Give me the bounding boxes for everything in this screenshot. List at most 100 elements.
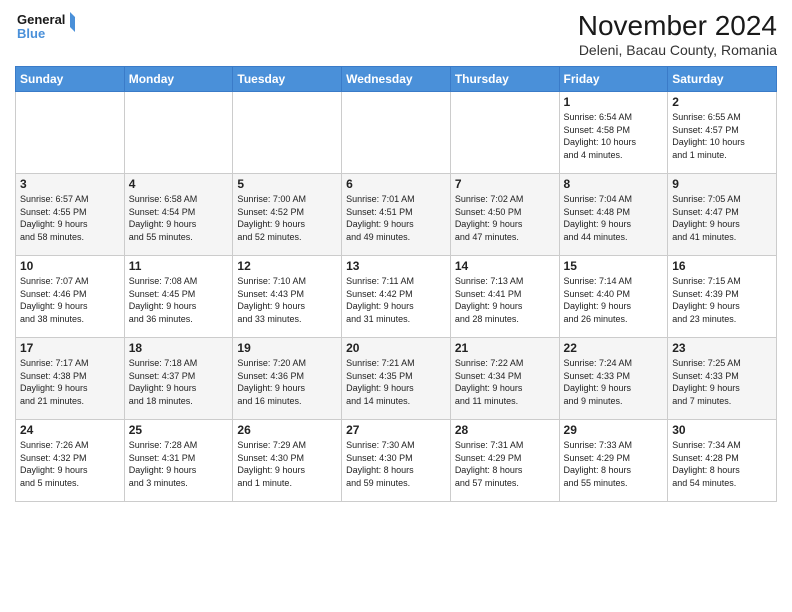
day-number: 14 — [455, 259, 555, 273]
day-number: 5 — [237, 177, 337, 191]
calendar-cell: 28Sunrise: 7:31 AM Sunset: 4:29 PM Dayli… — [450, 420, 559, 502]
calendar-cell: 9 Sunrise: 7:05 AM Sunset: 4:47 PM Daylig… — [668, 174, 777, 256]
day-number: 7 — [455, 177, 555, 191]
day-number: 20 — [346, 341, 446, 355]
logo: GeneralBlue — [15, 10, 85, 45]
day-info: Sunrise: 7:05 AM Sunset: 4:47 PM Dayligh… — [672, 193, 772, 243]
calendar-cell: 8 Sunrise: 7:04 AM Sunset: 4:48 PM Daylig… — [559, 174, 668, 256]
calendar-cell: 26 Sunrise: 7:29 AM Sunset: 4:30 PM Dayli… — [233, 420, 342, 502]
day-info: Sunrise: 6:55 AM Sunset: 4:57 PM Dayligh… — [672, 111, 772, 161]
day-number: 22 — [564, 341, 664, 355]
day-info: Sunrise: 7:22 AM Sunset: 4:34 PM Dayligh… — [455, 357, 555, 407]
location: Deleni, Bacau County, Romania — [578, 42, 777, 58]
calendar-cell: 27 Sunrise: 7:30 AM Sunset: 4:30 PM Dayli… — [342, 420, 451, 502]
day-number: 11 — [129, 259, 229, 273]
day-info: Sunrise: 7:08 AM Sunset: 4:45 PM Dayligh… — [129, 275, 229, 325]
calendar-cell: 1Sunrise: 6:54 AM Sunset: 4:58 PM Daylig… — [559, 92, 668, 174]
day-info: Sunrise: 7:29 AM Sunset: 4:30 PM Dayligh… — [237, 439, 337, 489]
calendar-cell: 5 Sunrise: 7:00 AM Sunset: 4:52 PM Daylig… — [233, 174, 342, 256]
calendar-cell — [450, 92, 559, 174]
day-number: 12 — [237, 259, 337, 273]
calendar-cell: 10 Sunrise: 7:07 AM Sunset: 4:46 PM Dayli… — [16, 256, 125, 338]
calendar-cell: 20Sunrise: 7:21 AM Sunset: 4:35 PM Dayli… — [342, 338, 451, 420]
day-info: Sunrise: 6:54 AM Sunset: 4:58 PM Dayligh… — [564, 111, 664, 161]
day-number: 4 — [129, 177, 229, 191]
day-info: Sunrise: 6:58 AM Sunset: 4:54 PM Dayligh… — [129, 193, 229, 243]
calendar-cell: 14 Sunrise: 7:13 AM Sunset: 4:41 PM Dayli… — [450, 256, 559, 338]
calendar-cell: 22 Sunrise: 7:24 AM Sunset: 4:33 PM Dayli… — [559, 338, 668, 420]
calendar-cell: 3 Sunrise: 6:57 AM Sunset: 4:55 PM Daylig… — [16, 174, 125, 256]
day-number: 15 — [564, 259, 664, 273]
calendar-header-row: Sunday Monday Tuesday Wednesday Thursday… — [16, 67, 777, 92]
calendar-cell: 24Sunrise: 7:26 AM Sunset: 4:32 PM Dayli… — [16, 420, 125, 502]
day-info: Sunrise: 7:10 AM Sunset: 4:43 PM Dayligh… — [237, 275, 337, 325]
header-tuesday: Tuesday — [233, 67, 342, 92]
day-info: Sunrise: 6:57 AM Sunset: 4:55 PM Dayligh… — [20, 193, 120, 243]
calendar-cell: 12 Sunrise: 7:10 AM Sunset: 4:43 PM Dayli… — [233, 256, 342, 338]
svg-text:Blue: Blue — [17, 26, 45, 41]
day-info: Sunrise: 7:18 AM Sunset: 4:37 PM Dayligh… — [129, 357, 229, 407]
day-info: Sunrise: 7:34 AM Sunset: 4:28 PM Dayligh… — [672, 439, 772, 489]
calendar: Sunday Monday Tuesday Wednesday Thursday… — [15, 66, 777, 502]
day-number: 21 — [455, 341, 555, 355]
day-number: 10 — [20, 259, 120, 273]
day-info: Sunrise: 7:20 AM Sunset: 4:36 PM Dayligh… — [237, 357, 337, 407]
calendar-cell: 25Sunrise: 7:28 AM Sunset: 4:31 PM Dayli… — [124, 420, 233, 502]
day-info: Sunrise: 7:30 AM Sunset: 4:30 PM Dayligh… — [346, 439, 446, 489]
day-info: Sunrise: 7:26 AM Sunset: 4:32 PM Dayligh… — [20, 439, 120, 489]
calendar-cell: 18 Sunrise: 7:18 AM Sunset: 4:37 PM Dayli… — [124, 338, 233, 420]
day-number: 13 — [346, 259, 446, 273]
calendar-cell — [16, 92, 125, 174]
calendar-cell: 15 Sunrise: 7:14 AM Sunset: 4:40 PM Dayli… — [559, 256, 668, 338]
calendar-cell: 16Sunrise: 7:15 AM Sunset: 4:39 PM Dayli… — [668, 256, 777, 338]
day-info: Sunrise: 7:07 AM Sunset: 4:46 PM Dayligh… — [20, 275, 120, 325]
calendar-cell — [124, 92, 233, 174]
day-number: 6 — [346, 177, 446, 191]
day-info: Sunrise: 7:02 AM Sunset: 4:50 PM Dayligh… — [455, 193, 555, 243]
month-title: November 2024 — [578, 10, 777, 42]
logo-icon: GeneralBlue — [15, 10, 85, 45]
calendar-cell: 13 Sunrise: 7:11 AM Sunset: 4:42 PM Dayli… — [342, 256, 451, 338]
day-info: Sunrise: 7:25 AM Sunset: 4:33 PM Dayligh… — [672, 357, 772, 407]
day-number: 9 — [672, 177, 772, 191]
header-sunday: Sunday — [16, 67, 125, 92]
header-friday: Friday — [559, 67, 668, 92]
calendar-cell: 2Sunrise: 6:55 AM Sunset: 4:57 PM Daylig… — [668, 92, 777, 174]
day-number: 27 — [346, 423, 446, 437]
day-number: 18 — [129, 341, 229, 355]
calendar-week-row: 24Sunrise: 7:26 AM Sunset: 4:32 PM Dayli… — [16, 420, 777, 502]
calendar-cell — [342, 92, 451, 174]
day-number: 17 — [20, 341, 120, 355]
day-info: Sunrise: 7:04 AM Sunset: 4:48 PM Dayligh… — [564, 193, 664, 243]
day-number: 19 — [237, 341, 337, 355]
day-number: 28 — [455, 423, 555, 437]
day-info: Sunrise: 7:24 AM Sunset: 4:33 PM Dayligh… — [564, 357, 664, 407]
calendar-cell: 4 Sunrise: 6:58 AM Sunset: 4:54 PM Daylig… — [124, 174, 233, 256]
calendar-cell: 11 Sunrise: 7:08 AM Sunset: 4:45 PM Dayli… — [124, 256, 233, 338]
header-wednesday: Wednesday — [342, 67, 451, 92]
calendar-cell: 7 Sunrise: 7:02 AM Sunset: 4:50 PM Daylig… — [450, 174, 559, 256]
calendar-cell: 30 Sunrise: 7:34 AM Sunset: 4:28 PM Dayli… — [668, 420, 777, 502]
calendar-cell: 21 Sunrise: 7:22 AM Sunset: 4:34 PM Dayli… — [450, 338, 559, 420]
day-info: Sunrise: 7:13 AM Sunset: 4:41 PM Dayligh… — [455, 275, 555, 325]
header: GeneralBlue November 2024 Deleni, Bacau … — [15, 10, 777, 58]
header-monday: Monday — [124, 67, 233, 92]
day-number: 26 — [237, 423, 337, 437]
title-block: November 2024 Deleni, Bacau County, Roma… — [578, 10, 777, 58]
calendar-week-row: 17Sunrise: 7:17 AM Sunset: 4:38 PM Dayli… — [16, 338, 777, 420]
day-number: 23 — [672, 341, 772, 355]
day-info: Sunrise: 7:33 AM Sunset: 4:29 PM Dayligh… — [564, 439, 664, 489]
calendar-week-row: 3 Sunrise: 6:57 AM Sunset: 4:55 PM Daylig… — [16, 174, 777, 256]
day-info: Sunrise: 7:01 AM Sunset: 4:51 PM Dayligh… — [346, 193, 446, 243]
day-info: Sunrise: 7:00 AM Sunset: 4:52 PM Dayligh… — [237, 193, 337, 243]
day-number: 8 — [564, 177, 664, 191]
calendar-cell — [233, 92, 342, 174]
calendar-week-row: 1Sunrise: 6:54 AM Sunset: 4:58 PM Daylig… — [16, 92, 777, 174]
day-number: 29 — [564, 423, 664, 437]
day-number: 3 — [20, 177, 120, 191]
calendar-cell: 23 Sunrise: 7:25 AM Sunset: 4:33 PM Dayli… — [668, 338, 777, 420]
day-info: Sunrise: 7:14 AM Sunset: 4:40 PM Dayligh… — [564, 275, 664, 325]
day-info: Sunrise: 7:11 AM Sunset: 4:42 PM Dayligh… — [346, 275, 446, 325]
header-saturday: Saturday — [668, 67, 777, 92]
day-number: 30 — [672, 423, 772, 437]
